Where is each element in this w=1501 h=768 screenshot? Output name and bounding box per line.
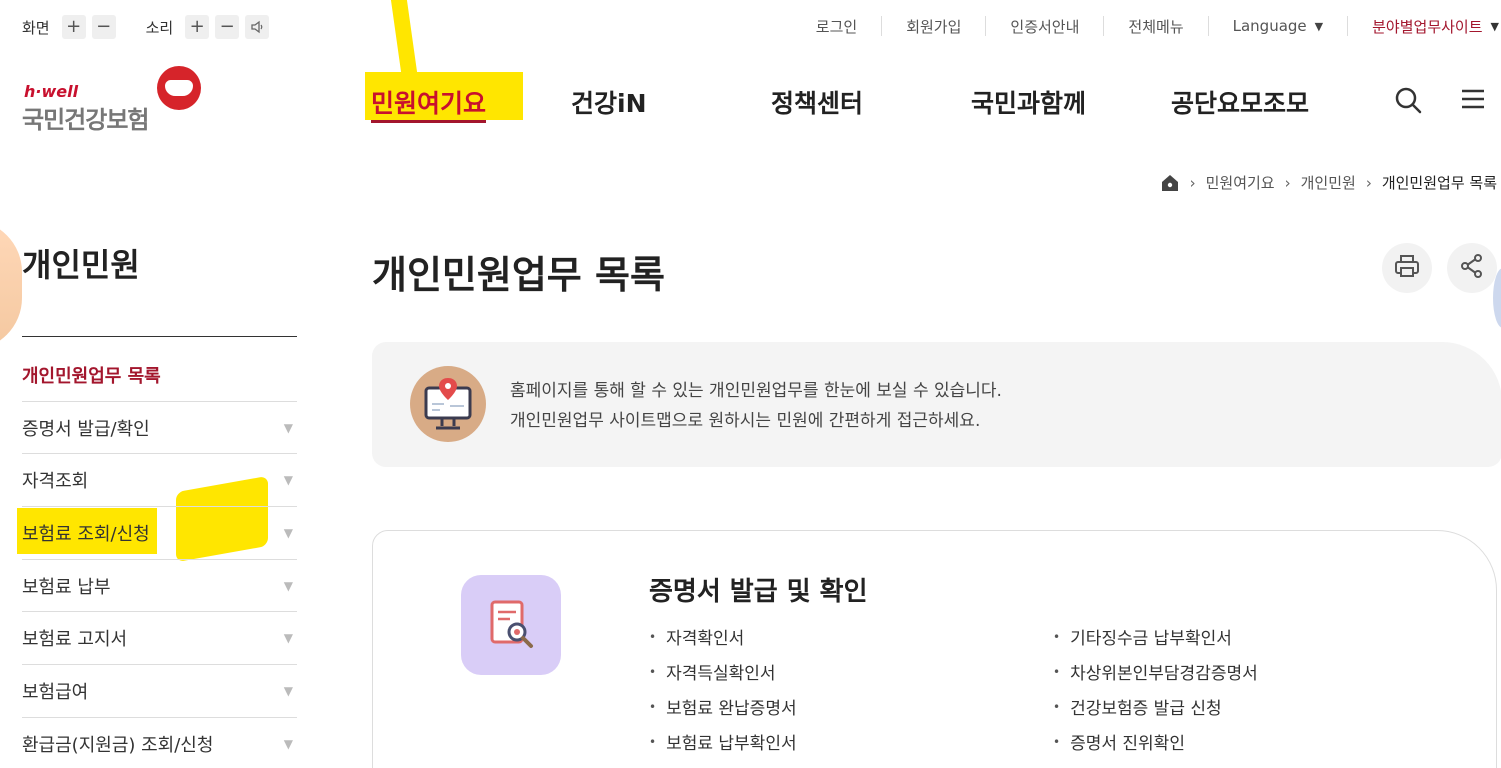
share-icon (1459, 253, 1485, 283)
speaker-icon[interactable] (245, 15, 270, 39)
breadcrumb-current: 개인민원업무 목록 (1381, 174, 1497, 192)
info-text: 홈페이지를 통해 할 수 있는 개인민원업무를 한눈에 보실 수 있습니다. 개… (510, 376, 1002, 436)
sidebar-menu: 개인민원업무 목록 증명서 발급/확인 ▼ 자격조회 ▼ 보험료 조회/신청 ▼ 보험… (22, 349, 297, 768)
chevron-right-icon: › (1284, 173, 1291, 192)
zoom-in-button[interactable]: + (61, 15, 86, 39)
service-list-left: 자격확인서 자격득실확인서 보험료 완납증명서 보험료 납부확인서 (649, 619, 797, 759)
triangle-down-icon: ▼ (283, 420, 293, 435)
gnb-policy-center[interactable]: 정책센터 (771, 84, 863, 120)
chevron-right-icon: › (1189, 173, 1196, 192)
info-banner: 홈페이지를 통해 할 수 있는 개인민원업무를 한눈에 보실 수 있습니다. 개… (372, 342, 1501, 467)
sidebar-item-label: 개인민원업무 목록 (22, 365, 161, 387)
triangle-down-icon: ▼ (283, 525, 293, 540)
accessibility-controls: 화면 + − 소리 + − (22, 15, 275, 39)
page-title: 개인민원업무 목록 (372, 253, 665, 297)
active-menu-underline (371, 120, 486, 123)
service-link[interactable]: 보험료 납부확인서 (649, 724, 797, 759)
service-link[interactable]: 자격득실확인서 (649, 654, 797, 689)
service-link[interactable]: 기타징수금 납부확인서 (1053, 619, 1258, 654)
logo-hwell-text: h·well (24, 82, 79, 101)
document-search-icon (461, 575, 561, 675)
triangle-down-icon: ▼ (283, 473, 293, 488)
sidebar-item-label: 보험급여 (22, 681, 89, 703)
volume-down-button[interactable]: − (215, 15, 240, 39)
divider (22, 336, 297, 337)
logo-name-text: 국민건강보험 (22, 106, 149, 134)
triangle-down-icon: ▼ (283, 736, 293, 751)
service-link[interactable]: 자격확인서 (649, 619, 797, 654)
decorative-shape (0, 220, 22, 350)
sidebar-item-benefits[interactable]: 보험급여 ▼ (22, 665, 297, 718)
field-sites-label: 분야별업무사이트 (1372, 17, 1483, 36)
sidebar-item-service-list[interactable]: 개인민원업무 목록 (22, 349, 297, 402)
info-line: 홈페이지를 통해 할 수 있는 개인민원업무를 한눈에 보실 수 있습니다. (510, 381, 1002, 401)
language-dropdown[interactable]: Language ▼ (1209, 16, 1349, 36)
print-icon (1393, 252, 1421, 284)
sidebar-item-certificates[interactable]: 증명서 발급/확인 ▼ (22, 402, 297, 455)
sidebar-item-label: 환급금(지원금) 조회/신청 (22, 734, 214, 756)
gnb-minwon[interactable]: 민원여기요 (371, 84, 486, 120)
breadcrumb: › 민원여기요 › 개인민원 › 개인민원업무 목록 (1160, 172, 1497, 193)
nhis-logo[interactable]: h·well 국민건강보험 (22, 66, 202, 134)
home-icon[interactable] (1160, 173, 1180, 193)
category-card-certificates: 증명서 발급 및 확인 자격확인서 자격득실확인서 보험료 완납증명서 보험료 … (372, 530, 1497, 768)
signup-link[interactable]: 회원가입 (882, 16, 987, 36)
sidebar-item-eligibility[interactable]: 자격조회 ▼ (22, 454, 297, 508)
caret-down-icon: ▼ (1490, 19, 1499, 33)
sidebar-item-premium-notice[interactable]: 보험료 고지서 ▼ (22, 612, 297, 666)
sidebar-item-label: 증명서 발급/확인 (22, 418, 150, 440)
login-link[interactable]: 로그인 (792, 16, 883, 36)
triangle-down-icon: ▼ (283, 631, 293, 646)
triangle-down-icon: ▼ (283, 683, 293, 698)
sidebar-item-label: 자격조회 (22, 471, 89, 493)
field-sites-dropdown[interactable]: 분야별업무사이트 ▼ (1348, 16, 1501, 36)
breadcrumb-item[interactable]: 개인민원 (1301, 172, 1356, 193)
sidebar-item-refunds[interactable]: 환급금(지원금) 조회/신청 ▼ (22, 718, 297, 768)
service-link[interactable]: 차상위본인부담경감증명서 (1053, 654, 1258, 689)
logo-mark-icon (157, 66, 201, 110)
sidebar-title: 개인민원 (22, 246, 140, 284)
triangle-down-icon: ▼ (283, 578, 293, 593)
service-link[interactable]: 증명서 진위확인 (1053, 724, 1258, 759)
highlight-mark (390, 0, 418, 72)
breadcrumb-item[interactable]: 민원여기요 (1206, 172, 1275, 193)
sound-label: 소리 (145, 18, 174, 37)
screen-size-label: 화면 (22, 18, 50, 37)
info-line: 개인민원업무 사이트맵으로 원하시는 민원에 간편하게 접근하세요. (510, 411, 981, 431)
zoom-out-button[interactable]: − (91, 15, 116, 39)
service-link[interactable]: 건강보험증 발급 신청 (1053, 689, 1258, 724)
sidebar-item-label: 보험료 조회/신청 (22, 523, 150, 545)
card-title: 증명서 발급 및 확인 (649, 577, 868, 607)
sidebar-item-label: 보험료 납부 (22, 576, 111, 598)
share-button[interactable] (1447, 243, 1497, 293)
gnb-with-people[interactable]: 국민과함께 (971, 84, 1086, 120)
certificate-guide-link[interactable]: 인증서안내 (986, 16, 1105, 36)
chevron-right-icon: › (1365, 173, 1372, 192)
service-list-right: 기타징수금 납부확인서 차상위본인부담경감증명서 건강보험증 발급 신청 증명서… (1053, 619, 1258, 759)
gnb-nhis-info[interactable]: 공단요모조모 (1171, 84, 1309, 120)
hamburger-menu-icon[interactable] (1460, 86, 1486, 116)
gnb-health-in[interactable]: 건강iN (571, 84, 647, 120)
search-icon[interactable] (1394, 86, 1422, 118)
full-menu-link[interactable]: 전체메뉴 (1104, 16, 1209, 36)
service-link[interactable]: 보험료 완납증명서 (649, 689, 797, 724)
sidebar-item-premium-payment[interactable]: 보험료 납부 ▼ (22, 560, 297, 613)
monitor-location-icon (410, 366, 486, 442)
caret-down-icon: ▼ (1314, 19, 1324, 33)
utility-links: 로그인 회원가입 인증서안내 전체메뉴 Language ▼ 분야별업무사이트 ▼ (792, 16, 1501, 36)
sidebar-item-label: 보험료 고지서 (22, 629, 128, 651)
print-button[interactable] (1382, 243, 1432, 293)
language-label: Language (1232, 17, 1307, 35)
sidebar-item-premium-inquiry[interactable]: 보험료 조회/신청 ▼ (22, 507, 297, 560)
volume-up-button[interactable]: + (185, 15, 210, 39)
